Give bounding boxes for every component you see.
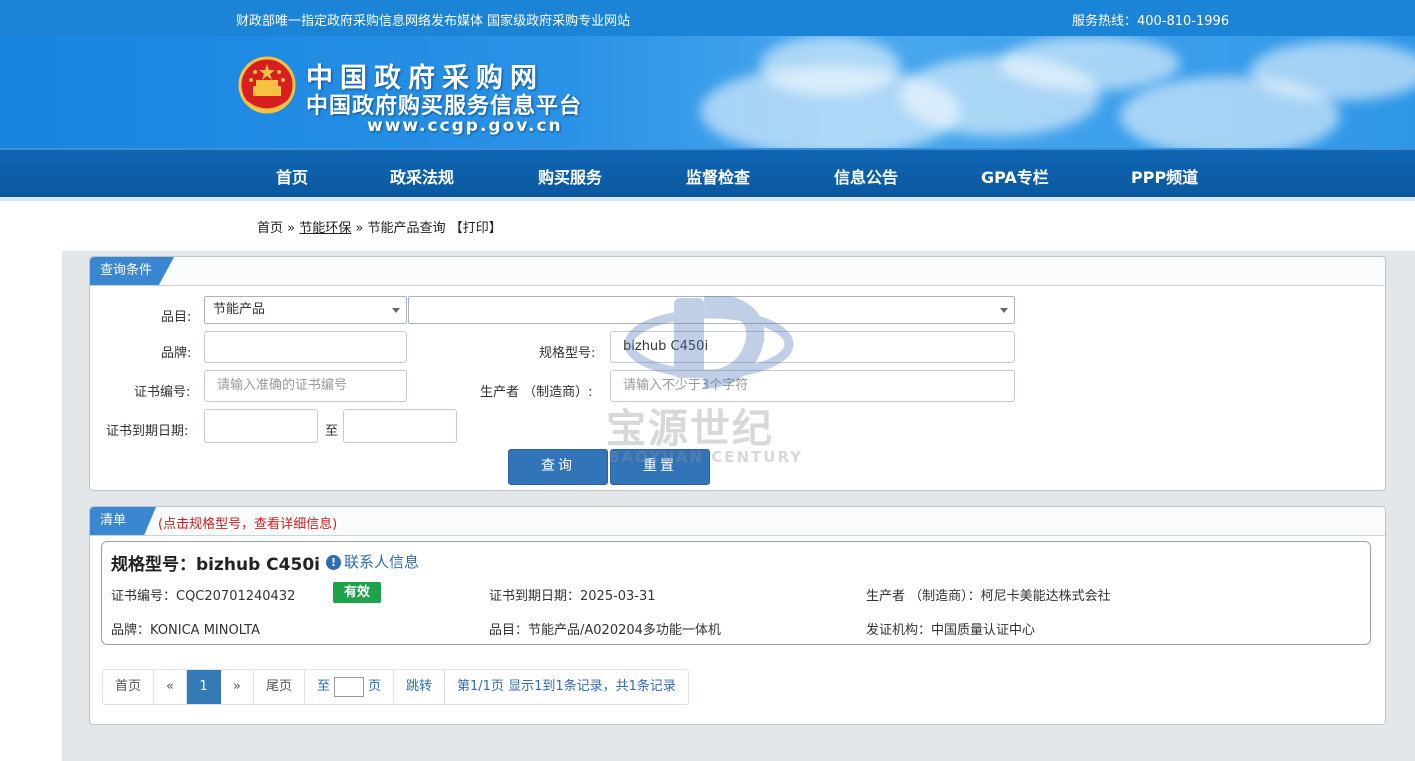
page-goto: 至页	[305, 670, 394, 704]
item-title-link[interactable]: 规格型号：bizhub C450i	[111, 550, 320, 575]
manufacturer-label: 生产者 （制造商）:	[480, 385, 593, 400]
breadcrumb-home[interactable]: 首页	[257, 221, 283, 236]
list-panel-header: 清单 (点击规格型号，查看详细信息)	[90, 507, 1385, 536]
status-badge: 有效	[333, 582, 381, 603]
print-link[interactable]: 【打印】	[450, 221, 502, 236]
breadcrumb-energy[interactable]: 节能环保	[299, 221, 351, 236]
header-banner: 中国政府采购网 中国政府购买服务信息平台 www.ccgp.gov.cn	[0, 36, 1415, 148]
query-panel-header: 查询条件	[90, 257, 1385, 286]
page-prev[interactable]: «	[154, 670, 187, 704]
list-panel-tab: 清单	[90, 507, 157, 535]
issuer: 发证机构：中国质量认证中心	[866, 623, 1036, 638]
service-hotline: 服务热线：400-810-1996	[1072, 14, 1230, 29]
expire-date-label: 证书到期日期:	[106, 424, 189, 439]
list-item: 规格型号：bizhub C450i ! 联系人信息 证书编号：CQC2070124…	[101, 541, 1371, 645]
category: 品目：节能产品/A020204多功能一体机	[489, 623, 721, 638]
expire-date-to-label: 至	[325, 424, 339, 439]
expire-date: 证书到期日期：2025-03-31	[489, 589, 656, 604]
category-select-value: 节能产品	[213, 302, 266, 317]
model-input[interactable]: bizhub C450i	[610, 331, 1015, 363]
page-last[interactable]: 尾页	[254, 670, 305, 704]
site-url: www.ccgp.gov.cn	[367, 116, 563, 136]
contact-info-link[interactable]: ! 联系人信息	[326, 551, 419, 572]
nav-regulations[interactable]: 政采法规	[390, 164, 454, 188]
page-goto-suffix: 页	[367, 679, 381, 694]
brand-label: 品牌:	[161, 346, 192, 361]
breadcrumb-current: 节能产品查询	[367, 221, 446, 236]
expire-date-to-input[interactable]	[343, 409, 457, 443]
site-slogan: 财政部唯一指定政府采购信息网络发布媒体 国家级政府采购专业网站	[236, 14, 631, 29]
page-first[interactable]: 首页	[103, 670, 155, 704]
manufacturer-input[interactable]: 请输入不少于3个字符	[610, 370, 1015, 402]
query-panel-tab: 查询条件	[90, 257, 175, 285]
search-button[interactable]: 查询	[508, 449, 608, 485]
page-jump-button[interactable]: 跳转	[394, 670, 446, 704]
nav-gpa[interactable]: GPA专栏	[981, 164, 1049, 188]
category-label: 品目:	[161, 310, 192, 325]
main-nav: 首页 政采法规 购买服务 监督检查 信息公告 GPA专栏 PPP频道	[0, 148, 1415, 199]
chevron-down-icon	[1000, 308, 1008, 313]
cert-number-label: 证书编号:	[134, 385, 191, 400]
top-strip: 财政部唯一指定政府采购信息网络发布媒体 国家级政府采购专业网站 服务热线：400…	[0, 0, 1415, 36]
list-hint: (点击规格型号，查看详细信息)	[158, 517, 338, 532]
manufacturer: 生产者 （制造商）：柯尼卡美能达株式会社	[866, 589, 1111, 604]
nav-home[interactable]: 首页	[276, 164, 308, 188]
brand-input[interactable]	[204, 331, 407, 363]
expire-date-from-input[interactable]	[204, 409, 318, 443]
breadcrumb-separator: »	[287, 221, 296, 236]
breadcrumb-separator: »	[355, 221, 364, 236]
national-emblem-icon	[238, 56, 296, 114]
cert-number: 证书编号：CQC20701240432	[111, 589, 296, 604]
breadcrumb: 首页 » 节能环保 » 节能产品查询 【打印】	[257, 217, 502, 236]
contact-info-label: 联系人信息	[344, 553, 420, 571]
brand: 品牌：KONICA MINOLTA	[111, 623, 260, 638]
nav-purchase-services[interactable]: 购买服务	[538, 164, 602, 188]
subcategory-select[interactable]	[408, 296, 1015, 324]
cert-number-input[interactable]: 请输入准确的证书编号	[204, 370, 407, 402]
nav-underline	[0, 197, 1415, 201]
page-next[interactable]: »	[221, 670, 254, 704]
model-label: 规格型号:	[539, 346, 596, 361]
category-select[interactable]: 节能产品	[204, 296, 407, 324]
nav-announcements[interactable]: 信息公告	[834, 164, 898, 188]
reset-button[interactable]: 重置	[610, 449, 710, 485]
info-icon: !	[326, 555, 341, 570]
page-current[interactable]: 1	[186, 670, 221, 704]
page-number-input[interactable]	[333, 676, 364, 697]
page-goto-prefix: 至	[316, 679, 330, 694]
pagination: 首页 « 1 » 尾页 至页 跳转 第1/1页 显示1到1条记录，共1条记录	[102, 669, 689, 705]
nav-supervision[interactable]: 监督检查	[686, 164, 750, 188]
chevron-down-icon	[392, 308, 400, 313]
page-summary: 第1/1页 显示1到1条记录，共1条记录	[457, 679, 676, 694]
nav-ppp[interactable]: PPP频道	[1131, 164, 1198, 188]
